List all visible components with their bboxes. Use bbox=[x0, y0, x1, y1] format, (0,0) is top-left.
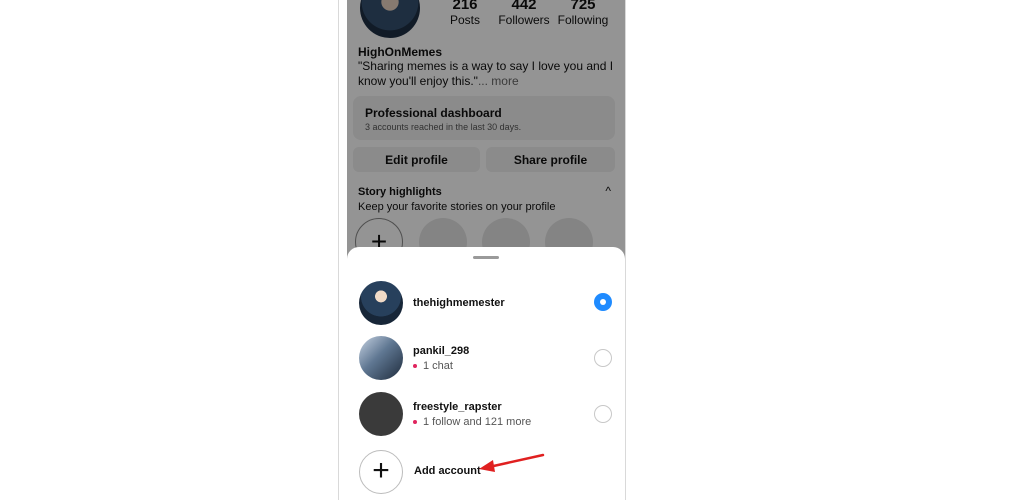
account-avatar-photo-icon bbox=[359, 281, 403, 325]
unselected-radio-icon[interactable] bbox=[594, 349, 612, 367]
left-edge-divider bbox=[338, 0, 339, 500]
notification-dot-icon bbox=[413, 420, 417, 425]
annotation-arrow-icon bbox=[479, 453, 545, 472]
account-row-freestyle_rapster[interactable]: freestyle_rapster 1 follow and 121 more bbox=[347, 392, 625, 442]
account-notification: 1 follow and 121 more bbox=[413, 416, 531, 428]
account-switcher-sheet: thehighmemester pankil_298 1 chat freest… bbox=[347, 247, 625, 500]
add-account-label[interactable]: Add account bbox=[414, 465, 481, 477]
account-username: thehighmemester bbox=[413, 297, 505, 309]
notification-dot-icon bbox=[413, 364, 417, 369]
notification-text: 1 follow and 121 more bbox=[423, 416, 532, 428]
sheet-drag-handle[interactable] bbox=[473, 256, 499, 259]
account-row-pankil_298[interactable]: pankil_298 1 chat bbox=[347, 336, 625, 386]
account-row-thehighmemester[interactable]: thehighmemester bbox=[347, 281, 625, 331]
account-avatar-photo-icon bbox=[359, 336, 403, 380]
account-username: pankil_298 bbox=[413, 345, 470, 357]
default-avatar-icon bbox=[359, 392, 403, 436]
right-edge-divider bbox=[625, 0, 626, 500]
add-account-plus-icon[interactable]: + bbox=[359, 450, 403, 494]
selected-radio-icon[interactable] bbox=[594, 293, 612, 311]
unselected-radio-icon[interactable] bbox=[594, 405, 612, 423]
notification-text: 1 chat bbox=[423, 360, 453, 372]
account-notification: 1 chat bbox=[413, 360, 453, 372]
phone-screen: 216 Posts 442 Followers 725 Following Hi… bbox=[347, 0, 625, 500]
account-username: freestyle_rapster bbox=[413, 401, 502, 413]
